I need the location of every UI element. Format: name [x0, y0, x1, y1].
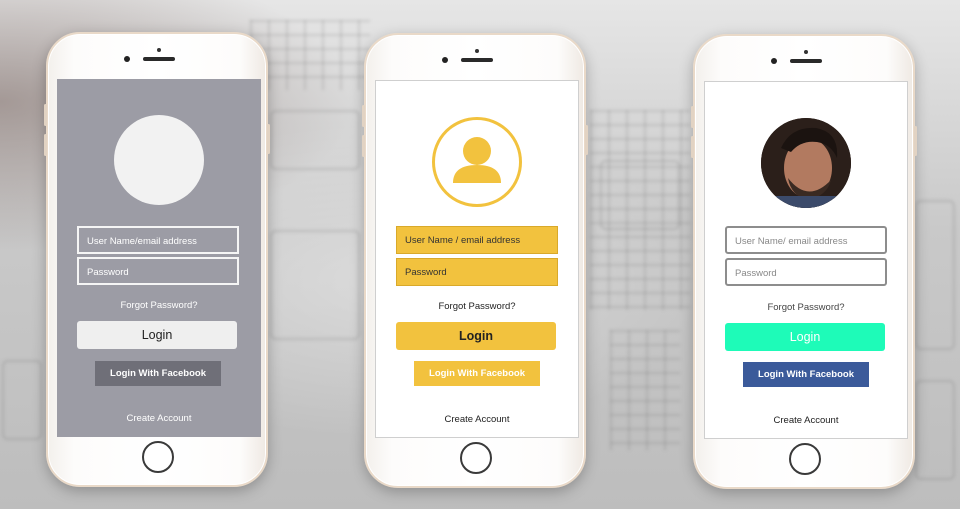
forgot-password-link[interactable]: Forgot Password? [376, 301, 578, 312]
home-button[interactable] [789, 443, 821, 475]
create-account-link[interactable]: Create Account [705, 415, 907, 426]
speaker-grille [790, 59, 822, 63]
volume-button [362, 105, 365, 127]
create-account-link[interactable]: Create Account [376, 414, 578, 425]
user-silhouette-icon [453, 137, 501, 183]
home-button[interactable] [142, 441, 174, 473]
volume-button [44, 104, 47, 126]
password-field[interactable]: Password [725, 258, 887, 286]
profile-photo [761, 118, 851, 208]
username-field[interactable]: User Name/email address [77, 226, 239, 254]
password-field[interactable]: Password [77, 257, 239, 285]
speaker-grille [461, 58, 493, 62]
profile-photo [761, 118, 851, 208]
avatar-placeholder-icon [114, 115, 204, 205]
power-button [914, 126, 917, 156]
power-button [585, 125, 588, 155]
login-screen: User Name/email address Password Forgot … [57, 79, 261, 437]
phone-gray: User Name/email address Password Forgot … [44, 32, 270, 487]
volume-button [44, 134, 47, 156]
camera-icon [124, 56, 130, 62]
user-silhouette-icon [432, 117, 522, 207]
volume-button [691, 136, 694, 158]
create-account-link[interactable]: Create Account [57, 413, 261, 424]
camera-icon [442, 57, 448, 63]
login-screen: User Name / email address Password Forgo… [375, 80, 579, 438]
facebook-login-button[interactable]: Login With Facebook [95, 361, 221, 386]
facebook-login-button[interactable]: Login With Facebook [743, 362, 869, 387]
sensor-icon [475, 49, 479, 53]
username-field[interactable]: User Name / email address [396, 226, 558, 254]
login-screen: User Name/ email address Password Forgot… [704, 81, 908, 439]
home-button[interactable] [460, 442, 492, 474]
forgot-password-link[interactable]: Forgot Password? [705, 302, 907, 313]
camera-icon [771, 58, 777, 64]
phone-photo: User Name/ email address Password Forgot… [691, 34, 917, 489]
volume-button [362, 135, 365, 157]
username-field[interactable]: User Name/ email address [725, 226, 887, 254]
speaker-grille [143, 57, 175, 61]
login-button[interactable]: Login [77, 321, 237, 349]
volume-button [691, 106, 694, 128]
power-button [267, 124, 270, 154]
sensor-icon [804, 50, 808, 54]
sensor-icon [157, 48, 161, 52]
phone-yellow: User Name / email address Password Forgo… [362, 33, 588, 488]
login-button[interactable]: Login [725, 323, 885, 351]
forgot-password-link[interactable]: Forgot Password? [57, 300, 261, 311]
password-field[interactable]: Password [396, 258, 558, 286]
facebook-login-button[interactable]: Login With Facebook [414, 361, 540, 386]
login-button[interactable]: Login [396, 322, 556, 350]
